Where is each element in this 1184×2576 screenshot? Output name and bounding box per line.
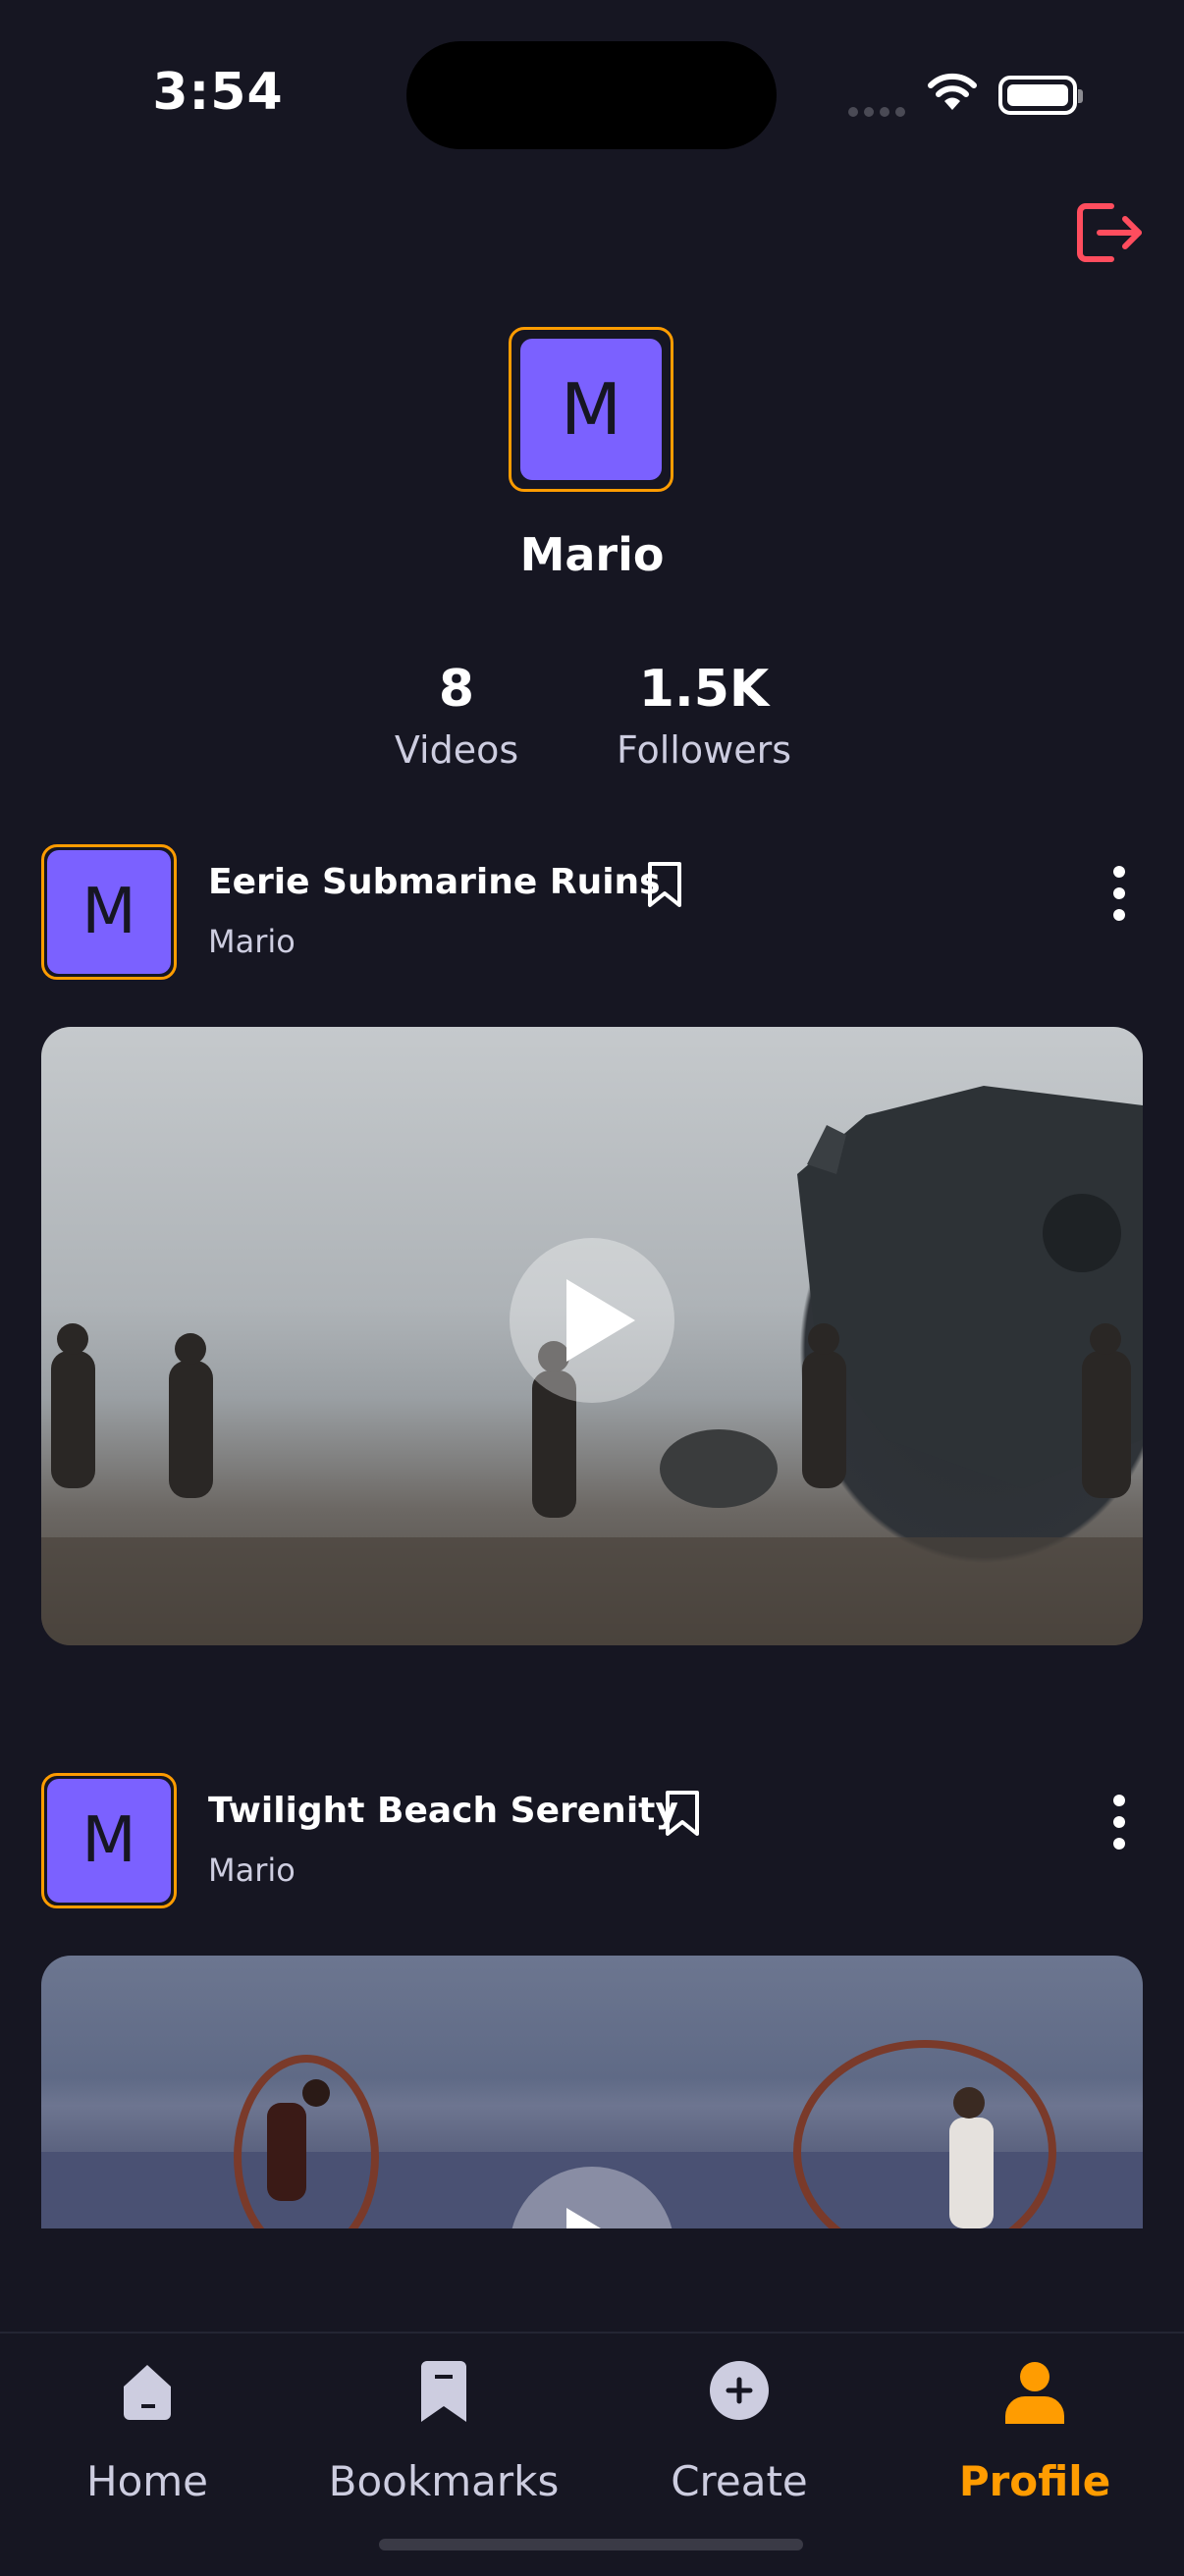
- video-thumbnail[interactable]: [41, 1027, 1143, 1645]
- stat-followers-label: Followers: [617, 728, 791, 772]
- status-time: 3:54: [152, 63, 284, 122]
- bookmark-icon: [415, 2361, 472, 2428]
- tab-home-label: Home: [85, 2457, 209, 2505]
- battery-icon: [998, 76, 1083, 115]
- stat-videos-value: 8: [438, 660, 475, 719]
- post-avatar-letter: M: [47, 1779, 171, 1903]
- stat-videos-label: Videos: [394, 728, 519, 772]
- dynamic-island: [406, 41, 777, 149]
- home-icon: [116, 2361, 179, 2426]
- post-author: Mario: [208, 923, 296, 960]
- post-title[interactable]: Eerie Submarine Ruins: [208, 862, 661, 902]
- post-avatar: M: [41, 1773, 177, 1908]
- tab-profile-label: Profile: [958, 2457, 1111, 2505]
- video-thumbnail[interactable]: [41, 1956, 1143, 2228]
- post-title[interactable]: Twilight Beach Serenity: [208, 1791, 678, 1831]
- tab-create-label: Create: [671, 2457, 808, 2505]
- stat-followers: 1.5K Followers: [599, 660, 809, 772]
- play-button[interactable]: [510, 1238, 674, 1403]
- cellular-signal-icon: [848, 102, 911, 121]
- profile-avatar-letter: M: [520, 339, 662, 480]
- post-avatar: M: [41, 844, 177, 980]
- more-options-icon[interactable]: [1109, 1793, 1129, 1855]
- more-options-icon[interactable]: [1109, 864, 1129, 927]
- stat-videos: 8 Videos: [358, 660, 555, 772]
- profile-avatar: M: [509, 327, 673, 492]
- bookmark-icon[interactable]: [644, 860, 685, 913]
- stat-followers-value: 1.5K: [638, 660, 770, 719]
- wifi-icon: [927, 73, 978, 116]
- plus-icon: [710, 2361, 769, 2424]
- profile-name: Mario: [519, 528, 665, 581]
- bookmark-icon[interactable]: [662, 1789, 703, 1842]
- profile-icon: [1003, 2361, 1066, 2428]
- post-avatar-letter: M: [47, 850, 171, 974]
- home-indicator: [379, 2539, 803, 2550]
- post-author: Mario: [208, 1852, 296, 1889]
- tab-bookmarks-label: Bookmarks: [328, 2457, 560, 2505]
- logout-icon[interactable]: [1076, 200, 1147, 269]
